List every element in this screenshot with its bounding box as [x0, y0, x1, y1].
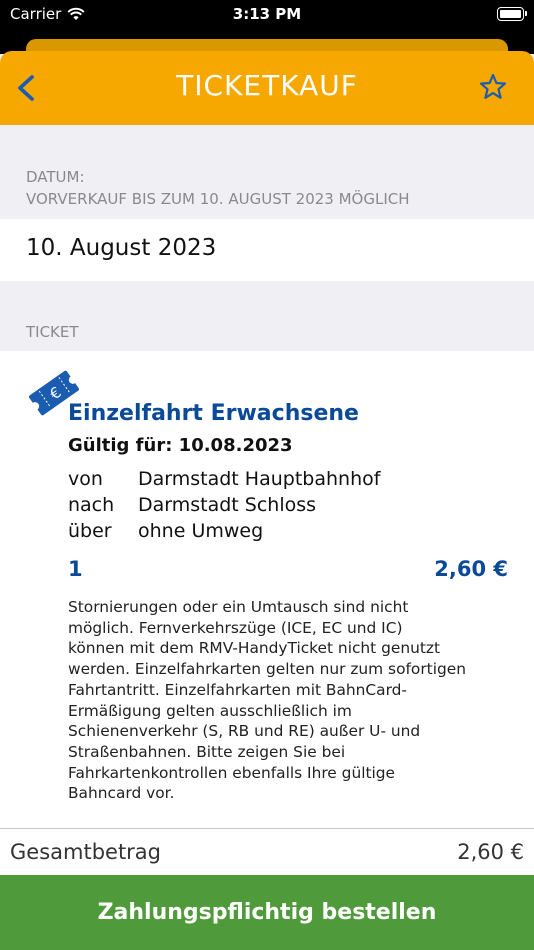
route-to-value: Darmstadt Schloss	[138, 494, 317, 516]
ticket-price: 2,60 €	[434, 557, 508, 581]
status-bar: Carrier 3:13 PM	[0, 0, 534, 30]
terms-line: möglich. Fernverkehrszüge (ICE, EC und I…	[68, 618, 403, 637]
terms-line: Fahrtantritt. Einzelfahrkarten mit BahnC…	[68, 680, 407, 699]
route-via-value: ohne Umweg	[138, 520, 264, 542]
terms-line: werden. Einzelfahrkarten gelten nur zum …	[68, 660, 466, 679]
date-selector[interactable]: 10. August 2023	[0, 219, 534, 281]
battery-icon	[497, 7, 527, 21]
terms-line: Ermäßigung gelten ausschließlich im	[68, 701, 352, 720]
terms-line: Bahncard vor.	[68, 784, 175, 803]
presale-note: VORVERKAUF BIS ZUM 10. AUGUST 2023 MÖGLI…	[26, 190, 410, 208]
order-button[interactable]: Zahlungspflichtig bestellen	[0, 875, 534, 950]
ticket-quantity: 1	[68, 557, 83, 581]
favorite-star-icon[interactable]	[478, 72, 508, 102]
selected-date: 10. August 2023	[26, 235, 217, 261]
route-via-label: über	[68, 520, 112, 542]
total-label: Gesamtbetrag	[10, 840, 162, 864]
ticket-section-label: TICKET	[26, 323, 79, 341]
route-from-label: von	[68, 468, 103, 490]
ticket-card: € Einzelfahrt Erwachsene Gültig für: 10.…	[0, 351, 534, 828]
page-title: TICKETKAUF	[176, 69, 358, 102]
terms-line: Fahrkartenkontrollen ebenfalls Ihre gült…	[68, 763, 396, 782]
terms-line: Stornierungen oder ein Umtausch sind nic…	[68, 598, 409, 616]
date-section-label: DATUM:	[26, 168, 85, 186]
terms-line: Straßenbahnen. Bitte zeigen Sie bei	[68, 742, 346, 761]
terms-line: Schienenverkehr (S, RB und RE) außer U- …	[68, 722, 421, 741]
ticket-validity: Gültig für: 10.08.2023	[68, 435, 293, 456]
terms-text: Stornierungen oder ein Umtausch sind nic…	[68, 597, 514, 804]
route-from-value: Darmstadt Hauptbahnhof	[138, 468, 381, 490]
ticket-name: Einzelfahrt Erwachsene	[68, 401, 359, 426]
route-to-label: nach	[68, 494, 115, 516]
terms-line: können mit dem RMV-HandyTicket nicht gen…	[68, 639, 441, 658]
total-amount: 2,60 €	[457, 840, 524, 864]
navigation-bar: TICKETKAUF	[0, 51, 534, 125]
total-row: Gesamtbetrag 2,60 €	[0, 829, 534, 875]
clock: 3:13 PM	[232, 5, 302, 23]
